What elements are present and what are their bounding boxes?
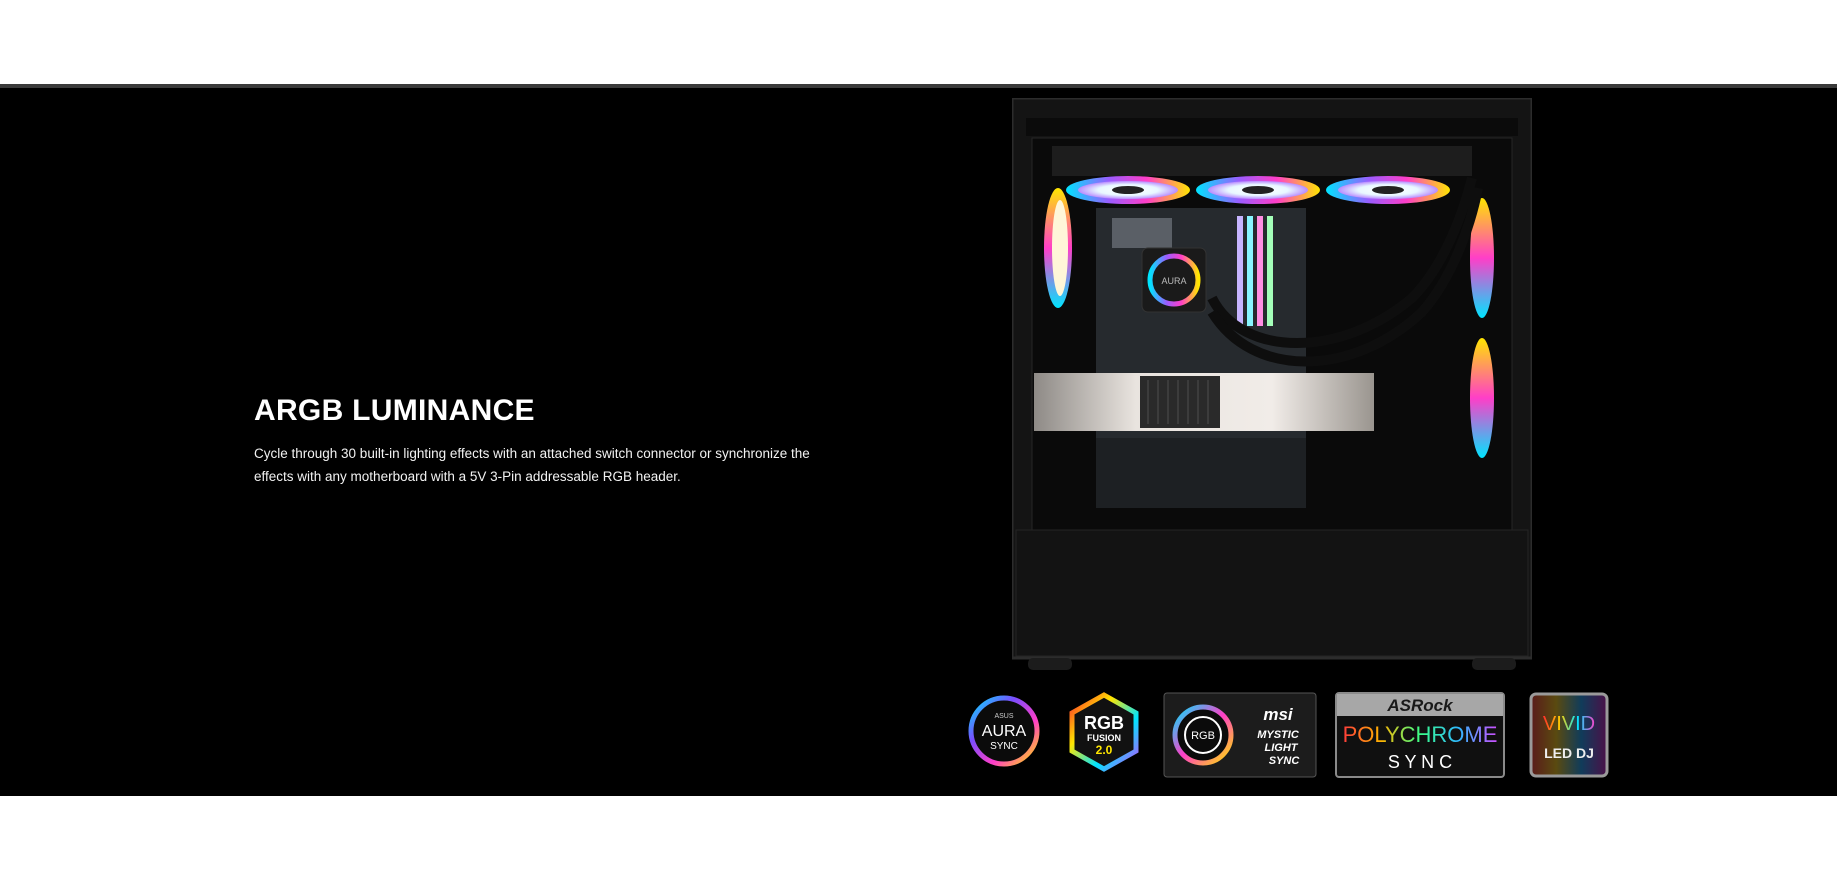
gigabyte-rgb-fusion-logo: RGB FUSION 2.0 <box>1068 692 1140 772</box>
gigabyte-line1: RGB <box>1084 713 1124 733</box>
msi-ring-label: RGB <box>1191 730 1215 742</box>
biostar-line2: LED DJ <box>1544 745 1594 761</box>
msi-line3: SYNC <box>1269 755 1301 767</box>
asrock-line1: POLYCHROME <box>1343 722 1498 747</box>
bottom-whitespace <box>0 796 1837 880</box>
asrock-polychrome-logo: ASRock POLYCHROME S Y N C <box>1335 692 1505 778</box>
asus-line2: SYNC <box>990 741 1018 752</box>
asrock-brand: ASRock <box>1386 696 1454 715</box>
top-whitespace <box>0 0 1837 84</box>
feature-description: Cycle through 30 built-in lighting effec… <box>254 446 810 484</box>
cooler-label: AURA <box>1161 276 1186 286</box>
gigabyte-line2: FUSION <box>1087 733 1121 743</box>
rgb-sync-logos: ASUS AURA SYNC RGB FUSION 2.0 RGB msi MY… <box>962 688 1612 778</box>
argb-banner: ARGB LUMINANCE Cycle through 30 built-in… <box>0 84 1837 796</box>
feature-copy: ARGB LUMINANCE Cycle through 30 built-in… <box>254 394 814 488</box>
gigabyte-line3: 2.0 <box>1096 743 1113 757</box>
biostar-line1: VIVID <box>1543 713 1595 735</box>
msi-line1: MYSTIC <box>1257 729 1300 741</box>
asus-brand: ASUS <box>994 713 1013 720</box>
feature-title: ARGB LUMINANCE <box>254 394 535 427</box>
asus-line1: AURA <box>982 723 1027 740</box>
asrock-line2: S Y N C <box>1388 752 1452 772</box>
msi-brand: msi <box>1263 705 1294 724</box>
asus-aura-sync-logo: ASUS AURA SYNC <box>967 692 1041 770</box>
msi-line2: LIGHT <box>1265 742 1299 754</box>
pc-case-image: AURA <box>1012 98 1532 673</box>
biostar-vivid-led-dj-logo: VIVID LED DJ <box>1529 692 1609 778</box>
msi-mystic-light-logo: RGB msi MYSTIC LIGHT SYNC <box>1163 692 1317 778</box>
